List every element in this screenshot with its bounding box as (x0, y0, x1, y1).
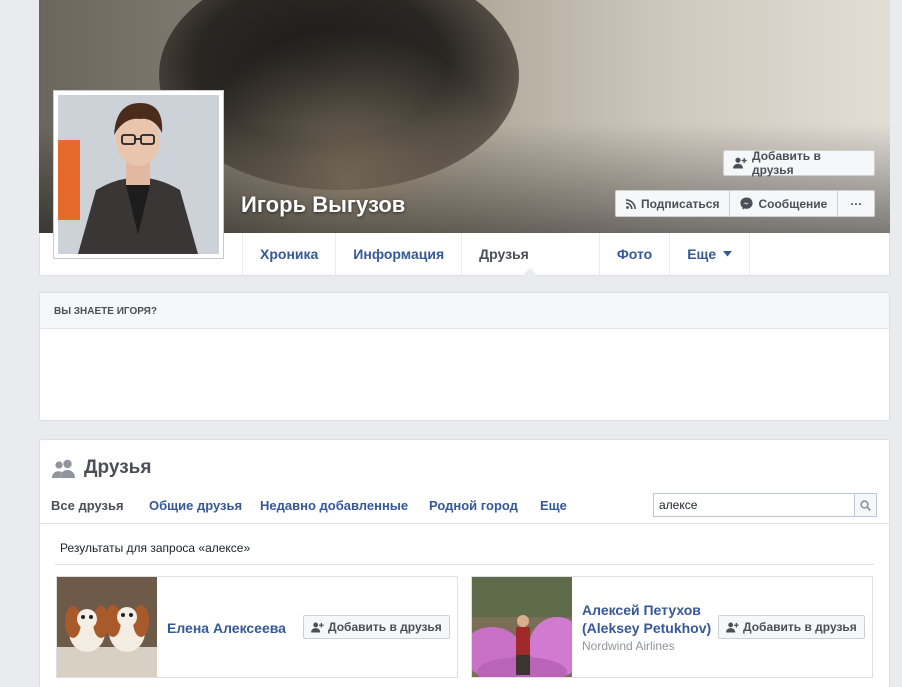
add-friend-icon (726, 622, 739, 633)
caret-down-icon (723, 251, 733, 257)
friends-tab-recent[interactable]: Недавно добавленные (260, 498, 408, 522)
friends-heading: Друзья (52, 457, 151, 479)
add-friend-button[interactable]: Добавить в друзья (718, 615, 865, 639)
subscribe-button[interactable]: Подписаться (616, 191, 731, 216)
friend-photo[interactable] (57, 577, 157, 677)
friend-card: Елена Алексеева Добавить в друзья (56, 576, 458, 678)
friends-search (653, 493, 877, 517)
profile-tabs: Хроника Информация Друзья Фото Еще (242, 233, 751, 276)
friend-name[interactable]: Елена Алексеева (167, 619, 297, 637)
add-friend-icon (733, 157, 747, 169)
tab-more-label: Еще (687, 246, 717, 262)
tab-photos[interactable]: Фото (598, 233, 669, 275)
rss-icon (626, 198, 636, 209)
messenger-icon (740, 197, 754, 210)
people-you-may-know-card: ВЫ ЗНАЕТЕ ИГОРЯ? (39, 292, 890, 421)
profile-picture[interactable] (53, 90, 224, 259)
add-friend-label: Добавить в друзья (752, 149, 821, 177)
friends-title: Друзья (84, 457, 152, 478)
more-actions-button[interactable]: ··· (838, 191, 874, 216)
friends-icon (52, 459, 76, 478)
add-friend-label: Добавить в друзья (328, 620, 442, 634)
add-friend-icon (311, 622, 324, 633)
tab-more[interactable]: Еще (669, 233, 751, 275)
search-icon (860, 499, 871, 511)
friends-tab-hometown[interactable]: Родной город (429, 498, 518, 522)
know-heading: ВЫ ЗНАЕТЕ ИГОРЯ? (40, 293, 889, 329)
friends-section: Друзья Все друзья Общие друзья Недавно д… (39, 439, 890, 687)
profile-action-group: Подписаться Сообщение ··· (615, 190, 876, 217)
friends-search-input[interactable] (654, 494, 854, 516)
add-friend-button[interactable]: Добавить в друзья (723, 149, 875, 177)
tab-info[interactable]: Информация (335, 233, 461, 275)
search-results-caption: Результаты для запроса «алексе» (60, 541, 251, 555)
profile-name[interactable]: Игорь Выгузов (241, 192, 405, 218)
friend-name[interactable]: Алексей Петухов (Aleksey Petukhov) (582, 601, 722, 637)
tab-friends[interactable]: Друзья (461, 233, 599, 276)
friend-photo[interactable] (472, 577, 572, 677)
profile-avatar (58, 95, 219, 254)
add-friend-label: Добавить в друзья (743, 620, 857, 634)
tab-timeline[interactable]: Хроника (242, 233, 335, 275)
message-label: Сообщение (758, 196, 828, 211)
friends-tab-all[interactable]: Все друзья (51, 498, 124, 522)
friends-tab-more[interactable]: Еще (540, 498, 567, 522)
add-friend-button[interactable]: Добавить в друзья (303, 615, 450, 639)
friend-subtitle: Nordwind Airlines (582, 639, 675, 653)
more-actions-label: ··· (850, 196, 863, 211)
friend-card: Алексей Петухов (Aleksey Petukhov) Nordw… (471, 576, 873, 678)
friends-tab-mutual[interactable]: Общие друзья (149, 498, 242, 522)
subscribe-label: Подписаться (641, 196, 720, 211)
message-button[interactable]: Сообщение (730, 191, 839, 216)
search-button[interactable] (854, 494, 876, 516)
